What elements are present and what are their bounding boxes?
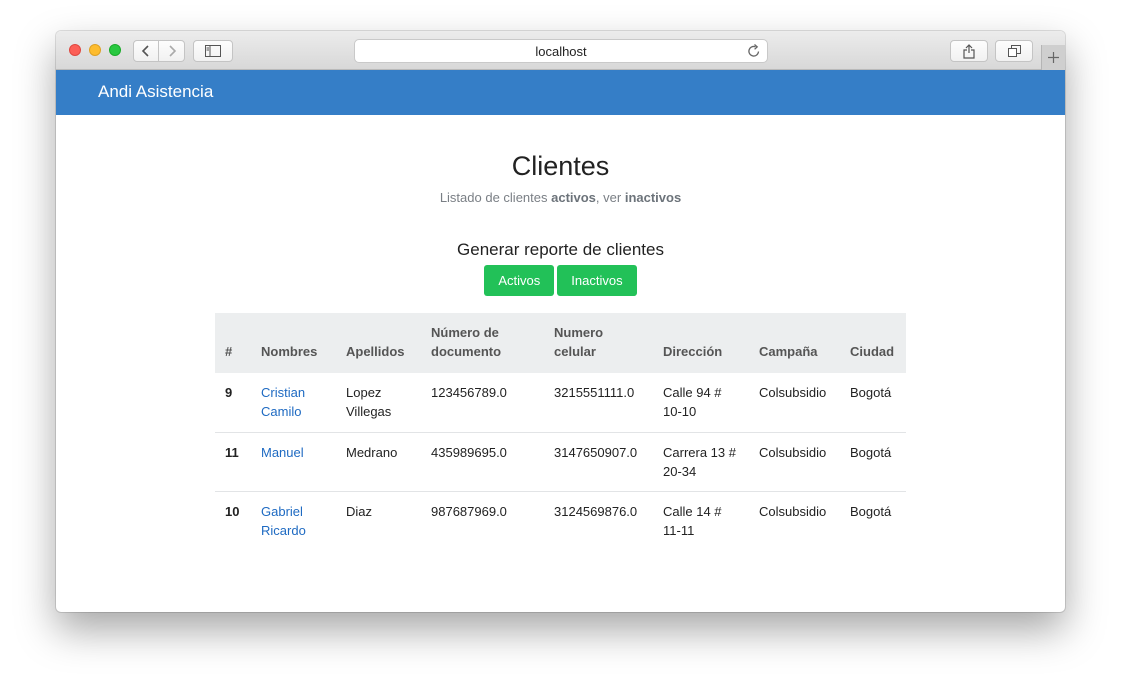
cell-celular: 3215551111.0 [554,385,635,400]
cell-id: 9 [225,385,233,400]
brand-link[interactable]: Andi Asistencia [98,82,213,102]
address-bar[interactable]: localhost [354,39,768,63]
close-window-button[interactable] [69,44,81,56]
cell-id: 10 [215,490,251,550]
cell-celular: 3147650907.0 [544,431,653,491]
cell-campana: Colsubsidio [749,490,840,550]
reload-icon[interactable] [747,43,761,59]
table-header-row: # Nombres Apellidos Número de documento … [215,313,906,373]
table-row: 9 Cristian Camilo Lopez Villegas 1234567… [215,373,906,432]
cell-campana: Colsubsidio [749,431,840,491]
column-header-direccion: Dirección [663,344,723,359]
url-text: localhost [535,43,587,59]
report-active-button[interactable]: Activos [484,265,555,296]
subtitle-separator: , ver [595,190,625,205]
cell-apellidos: Diaz [336,490,421,550]
table-row: 11 Manuel Medrano 435989695.0 3147650907… [215,431,906,491]
column-header-ciudad: Ciudad [850,344,895,359]
share-icon [963,43,975,59]
chevron-right-icon [168,45,176,57]
subtitle-active-label: activos [551,190,596,205]
cell-celular: 3124569876.0 [544,490,653,550]
minimize-window-button[interactable] [89,44,101,56]
view-inactive-link[interactable]: inactivos [625,190,681,205]
cell-apellidos: Medrano [336,431,421,491]
browser-toolbar: localhost [56,31,1065,70]
client-name-link[interactable]: Gabriel Ricardo [261,504,306,538]
chevron-left-icon [141,45,149,57]
cell-direccion: Calle 94 # 10-10 [663,385,722,419]
column-header-apellidos: Apellidos [346,344,405,359]
forward-button[interactable] [159,40,185,62]
column-header-documento: Número de documento [431,325,502,359]
cell-id: 11 [215,431,251,491]
table-row: 10 Gabriel Ricardo Diaz 987687969.0 3124… [215,490,906,550]
column-header-id: # [225,344,233,359]
subtitle-prefix: Listado de clientes [439,190,552,205]
cell-campana: Colsubsidio [759,385,827,400]
plus-icon [1048,52,1059,63]
column-header-celular: Numero celular [554,325,604,359]
top-navbar: Andi Asistencia [56,70,1065,115]
cell-documento: 987687969.0 [421,490,544,550]
report-heading: Generar reporte de clientes [457,240,664,259]
page-title: Clientes [511,151,610,181]
cell-apellidos: Lopez Villegas [346,385,392,419]
page-subtitle: Listado de clientes activos, ver inactiv… [56,190,1065,205]
share-button[interactable] [950,40,988,62]
sidebar-icon [205,45,221,57]
tabs-icon [1007,45,1021,57]
clients-table: # Nombres Apellidos Número de documento … [215,313,906,550]
sidebar-toggle-button[interactable] [193,40,233,62]
cell-ciudad: Bogotá [840,431,906,491]
cell-documento: 435989695.0 [421,431,544,491]
report-buttons: Activos Inactivos [56,265,1065,296]
cell-nombres: Cristian Camilo [251,373,336,432]
column-header-campana: Campaña [759,344,818,359]
cell-direccion: Carrera 13 # 20-34 [653,431,749,491]
cell-ciudad: Bogotá [840,490,906,550]
browser-window: localhost Andi Asistencia Clientes Lista… [56,31,1065,612]
new-tab-button[interactable] [1041,45,1065,70]
client-name-link[interactable]: Cristian Camilo [261,385,305,419]
zoom-window-button[interactable] [109,44,121,56]
cell-nombres: Manuel [251,431,336,491]
cell-nombres: Gabriel Ricardo [251,490,336,550]
cell-documento: 123456789.0 [431,385,507,400]
report-inactive-button[interactable]: Inactivos [557,265,637,296]
tabs-overview-button[interactable] [995,40,1033,62]
cell-ciudad: Bogotá [850,385,892,400]
cell-direccion: Calle 14 # 11-11 [653,490,749,550]
client-name-link[interactable]: Manuel [261,445,304,460]
back-button[interactable] [133,40,159,62]
history-nav [133,40,185,62]
column-header-nombres: Nombres [261,344,318,359]
